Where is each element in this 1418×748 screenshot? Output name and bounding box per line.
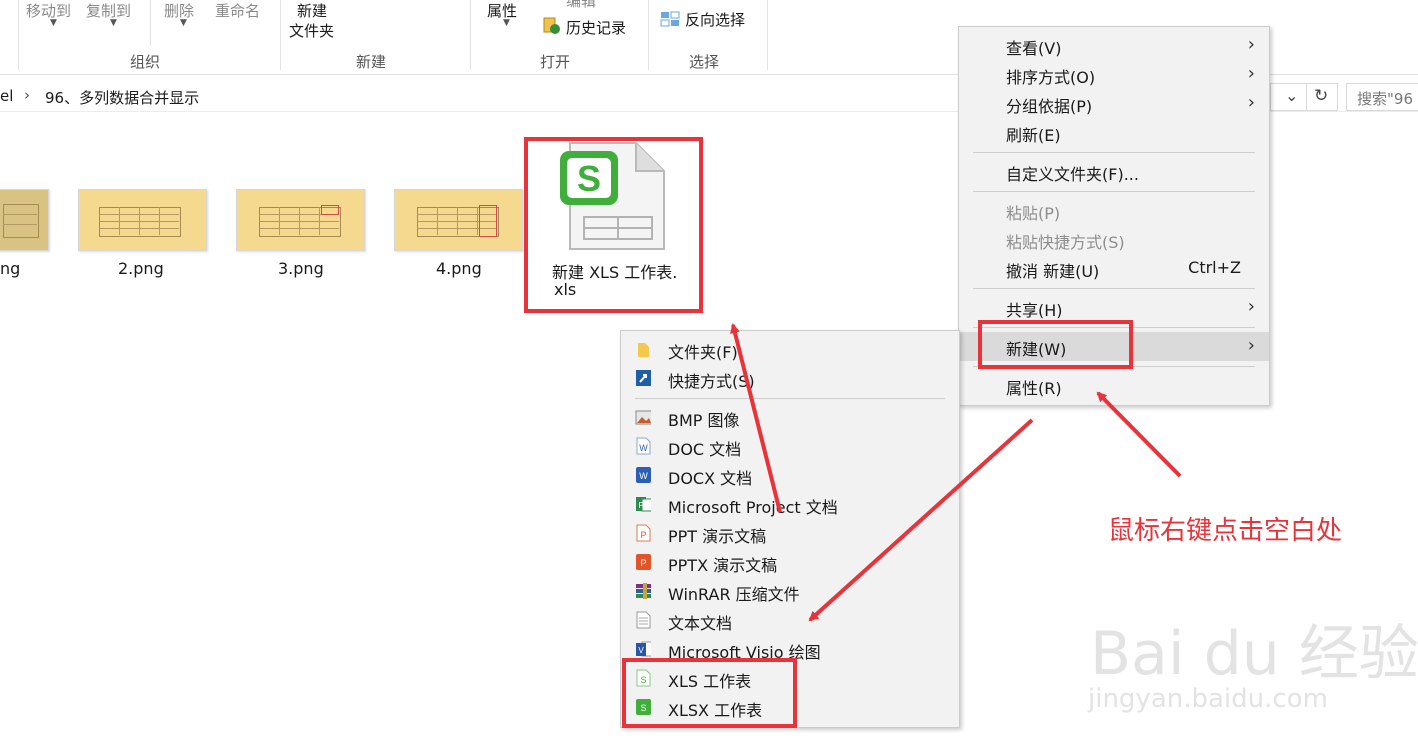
- arrow-to-new-menu: [1096, 391, 1182, 478]
- annotation-text: 鼠标右键点击空白处: [1108, 516, 1343, 546]
- arrow-to-new-file: [730, 323, 782, 513]
- baidu-watermark-logo: Bai du 经验: [1090, 619, 1418, 689]
- arrow-to-xls-item: [808, 418, 1034, 622]
- watermark-url: jingyan.baidu.com: [1088, 684, 1328, 714]
